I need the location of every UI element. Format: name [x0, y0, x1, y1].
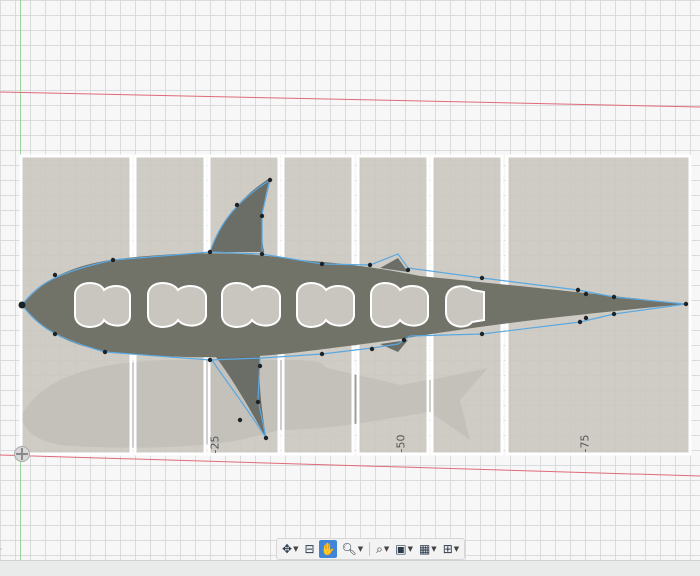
puzzle-cutout-2 — [147, 282, 207, 328]
navigation-toolbar: ✥ ▼ ⊟ ✋ 🔍︎ ▼ ⌕ ▼ ▣ ▼ ▦ ▼ ⊞ ▼ — [276, 538, 466, 560]
orbit-icon: ✥ — [282, 542, 293, 556]
puzzle-cutout-4 — [296, 282, 355, 328]
orbit-tool-button[interactable]: ✥ ▼ — [280, 540, 300, 558]
look-at-tool-button[interactable]: ⊟ — [302, 540, 316, 558]
sketch-overlay — [0, 91, 700, 477]
status-bar — [0, 560, 700, 576]
grid-settings-button[interactable]: ▦ ▼ — [417, 540, 439, 558]
display-icon: ▣ — [395, 542, 407, 556]
display-settings-button[interactable]: ▣ ▼ — [393, 540, 415, 558]
viewports-button[interactable]: ⊞ ▼ — [441, 540, 461, 558]
dimension-label-25: -25 — [208, 435, 222, 454]
zoom-window-icon: ⌕ — [376, 541, 383, 556]
pan-tool-button[interactable]: ✋ — [318, 540, 338, 558]
construction-line-top — [0, 91, 700, 108]
chevron-down-icon: ▼ — [293, 545, 299, 553]
zoom-tool-button[interactable]: 🔍︎ ▼ — [339, 540, 365, 558]
chevron-down-icon: ▼ — [407, 545, 413, 553]
chevron-down-icon: ▼ — [431, 545, 437, 553]
dimension-label-75: -75 — [578, 434, 592, 453]
construction-line-bottom — [0, 454, 700, 477]
hand-icon: ✋ — [320, 542, 336, 556]
viewports-icon: ⊞ — [442, 542, 453, 556]
edge-tick: · — [0, 545, 3, 554]
puzzle-cutout-6 — [445, 285, 485, 328]
chevron-down-icon: ▼ — [383, 545, 390, 553]
grid-icon: ▦ — [418, 542, 431, 556]
toolbar-divider — [369, 542, 371, 556]
puzzle-cutout-1 — [74, 282, 131, 328]
fit-tool-button[interactable]: ⌕ ▼ — [374, 540, 391, 558]
look-at-icon: ⊟ — [304, 542, 315, 556]
dimension-label-50: -50 — [394, 434, 408, 453]
chevron-down-icon: ▼ — [453, 545, 460, 553]
origin-icon[interactable] — [14, 446, 30, 462]
puzzle-cutout-5 — [370, 282, 429, 328]
zoom-icon: 🔍︎ — [341, 542, 357, 556]
puzzle-cutout-3 — [221, 282, 281, 328]
chevron-down-icon: ▼ — [357, 545, 364, 553]
